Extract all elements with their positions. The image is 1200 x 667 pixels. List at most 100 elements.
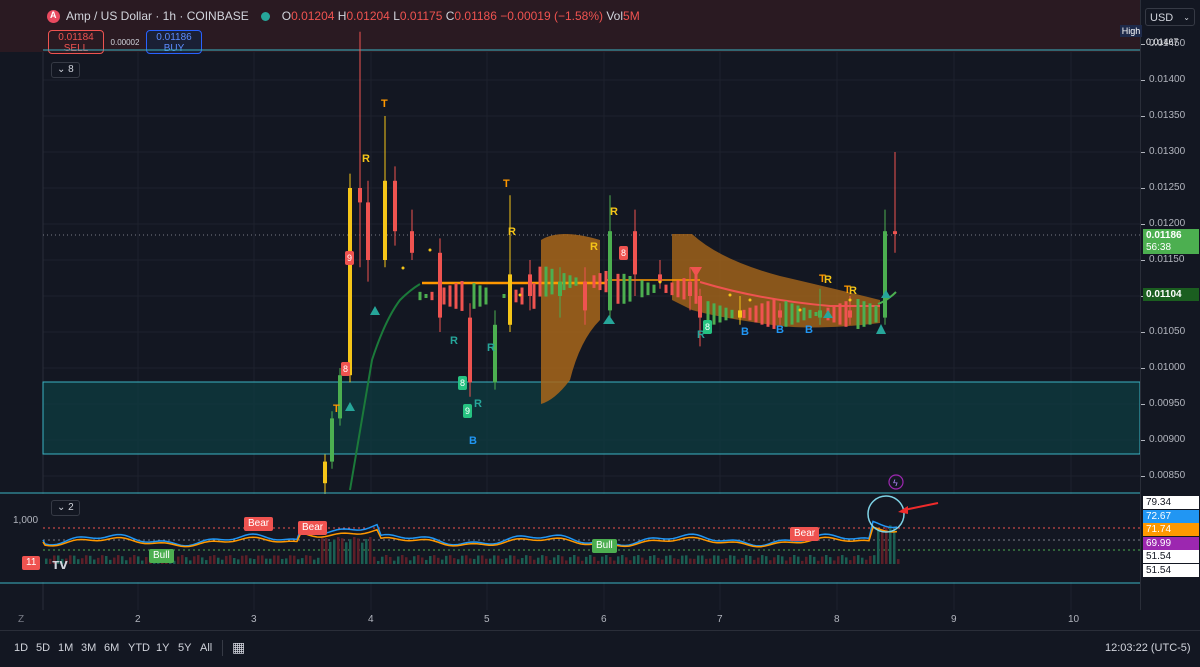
volume-bar (245, 555, 248, 564)
volume-bar (417, 555, 420, 564)
volume-bar (353, 537, 356, 564)
volume-bar (849, 560, 852, 564)
volume-bar (381, 556, 384, 564)
volume-bar (465, 555, 468, 564)
time-tick: 5 (484, 614, 490, 625)
currency-select[interactable]: USD ⌄ (1145, 8, 1195, 26)
volume-bar (557, 555, 560, 564)
sub-indicators-toggle[interactable]: ⌄ 2 (51, 500, 80, 516)
candle-body (514, 289, 518, 303)
volume-bar (401, 555, 404, 564)
signal-b: B (741, 326, 749, 338)
candle-body (568, 275, 572, 288)
volume-bar (357, 538, 360, 564)
candle-body (424, 294, 428, 298)
volume-bar (865, 559, 868, 564)
volume-bar (613, 560, 616, 564)
volume-bar (89, 555, 92, 564)
volume-bar (261, 555, 264, 564)
candle-body (868, 303, 872, 325)
lightning-glyph: ϟ (893, 478, 898, 488)
volume-bar (397, 556, 400, 564)
volume-bar (433, 555, 436, 564)
volume-bar (449, 555, 452, 564)
volume-bar (365, 538, 368, 564)
candle-body (544, 266, 548, 297)
volume-bar (393, 560, 396, 564)
volume-bar (753, 559, 756, 564)
time-tick: 7 (717, 614, 723, 625)
candle-body (598, 273, 602, 291)
timeframe-1d[interactable]: 1D (14, 642, 28, 654)
signal-b: B (776, 324, 784, 336)
volume-bar (521, 557, 524, 564)
timeframe-5y[interactable]: 5Y (178, 642, 191, 654)
candle-body (718, 305, 722, 323)
timeframe-3m[interactable]: 3M (81, 642, 96, 654)
price-axis[interactable]: USD ⌄ 0.01467 0.01450 0.01400 0.01350 0.013… (1140, 0, 1200, 610)
volume-bar (749, 555, 752, 564)
volume-bar (133, 555, 136, 564)
volume-bar (117, 555, 120, 564)
count-badge: 11 (22, 556, 41, 570)
candle-body (760, 303, 764, 325)
volume-bar (841, 555, 844, 564)
time-tick: 3 (251, 614, 257, 625)
volume-bar (601, 556, 604, 564)
candle-body (724, 307, 728, 321)
osc-value-label: 69.99 (1143, 536, 1199, 550)
volume-bar (797, 556, 800, 564)
calendar-range-icon[interactable]: ▦ (232, 639, 245, 656)
volume-bar (341, 538, 344, 564)
price-tick: 0.01350 (1140, 110, 1186, 121)
volume-bar (549, 560, 552, 564)
volume-bar (857, 555, 860, 564)
timeframe-5d[interactable]: 5D (36, 642, 50, 654)
volume-bar (297, 559, 300, 564)
volume-bar (685, 555, 688, 564)
td-count-8: 8 (619, 246, 629, 260)
candle-body (664, 284, 668, 293)
clock-timezone[interactable]: 12:03:22 (UTC-5) (1105, 642, 1191, 654)
timeframe-1m[interactable]: 1M (58, 642, 73, 654)
volume-bar (281, 558, 284, 564)
volume-bar (829, 557, 832, 564)
candle (883, 209, 887, 325)
volume-bar (597, 560, 600, 564)
timeframe-1y[interactable]: 1Y (156, 642, 169, 654)
price-tick: 0.01300 (1140, 146, 1186, 157)
candle-body (532, 283, 536, 309)
signal-r: R (362, 153, 370, 165)
volume-bar (305, 555, 308, 564)
candle-body (438, 252, 442, 318)
volume-bar (801, 560, 804, 564)
candle-body (383, 180, 387, 260)
candle-body (808, 309, 812, 319)
volume-bar (657, 557, 660, 564)
volume-bar (221, 559, 224, 564)
candle-body (628, 276, 632, 302)
candle-body (893, 231, 897, 235)
timeframe-ytd[interactable]: YTD (128, 642, 150, 654)
price-tick: 0.01400 (1140, 74, 1186, 85)
candle-body (766, 301, 770, 327)
candle-body (484, 287, 488, 305)
price-chart[interactable]: ϟ (0, 0, 1140, 610)
timeframe-all[interactable]: All (200, 642, 212, 654)
candle (366, 180, 370, 282)
candle-body (640, 280, 644, 298)
volume-bar (349, 539, 352, 564)
candle-body (410, 231, 414, 253)
volume-bar (505, 558, 508, 564)
timeframe-6m[interactable]: 6M (104, 642, 119, 654)
candle (658, 260, 662, 289)
volume-bar (617, 556, 620, 564)
candle-body (468, 317, 472, 383)
candle-body (574, 277, 578, 286)
volume-bar (565, 560, 568, 564)
volume-bar (193, 556, 196, 564)
volume-bar (105, 555, 108, 564)
candle-body (848, 310, 852, 318)
osc-value-label: 71.74 (1143, 523, 1199, 536)
volume-bar (329, 541, 332, 564)
